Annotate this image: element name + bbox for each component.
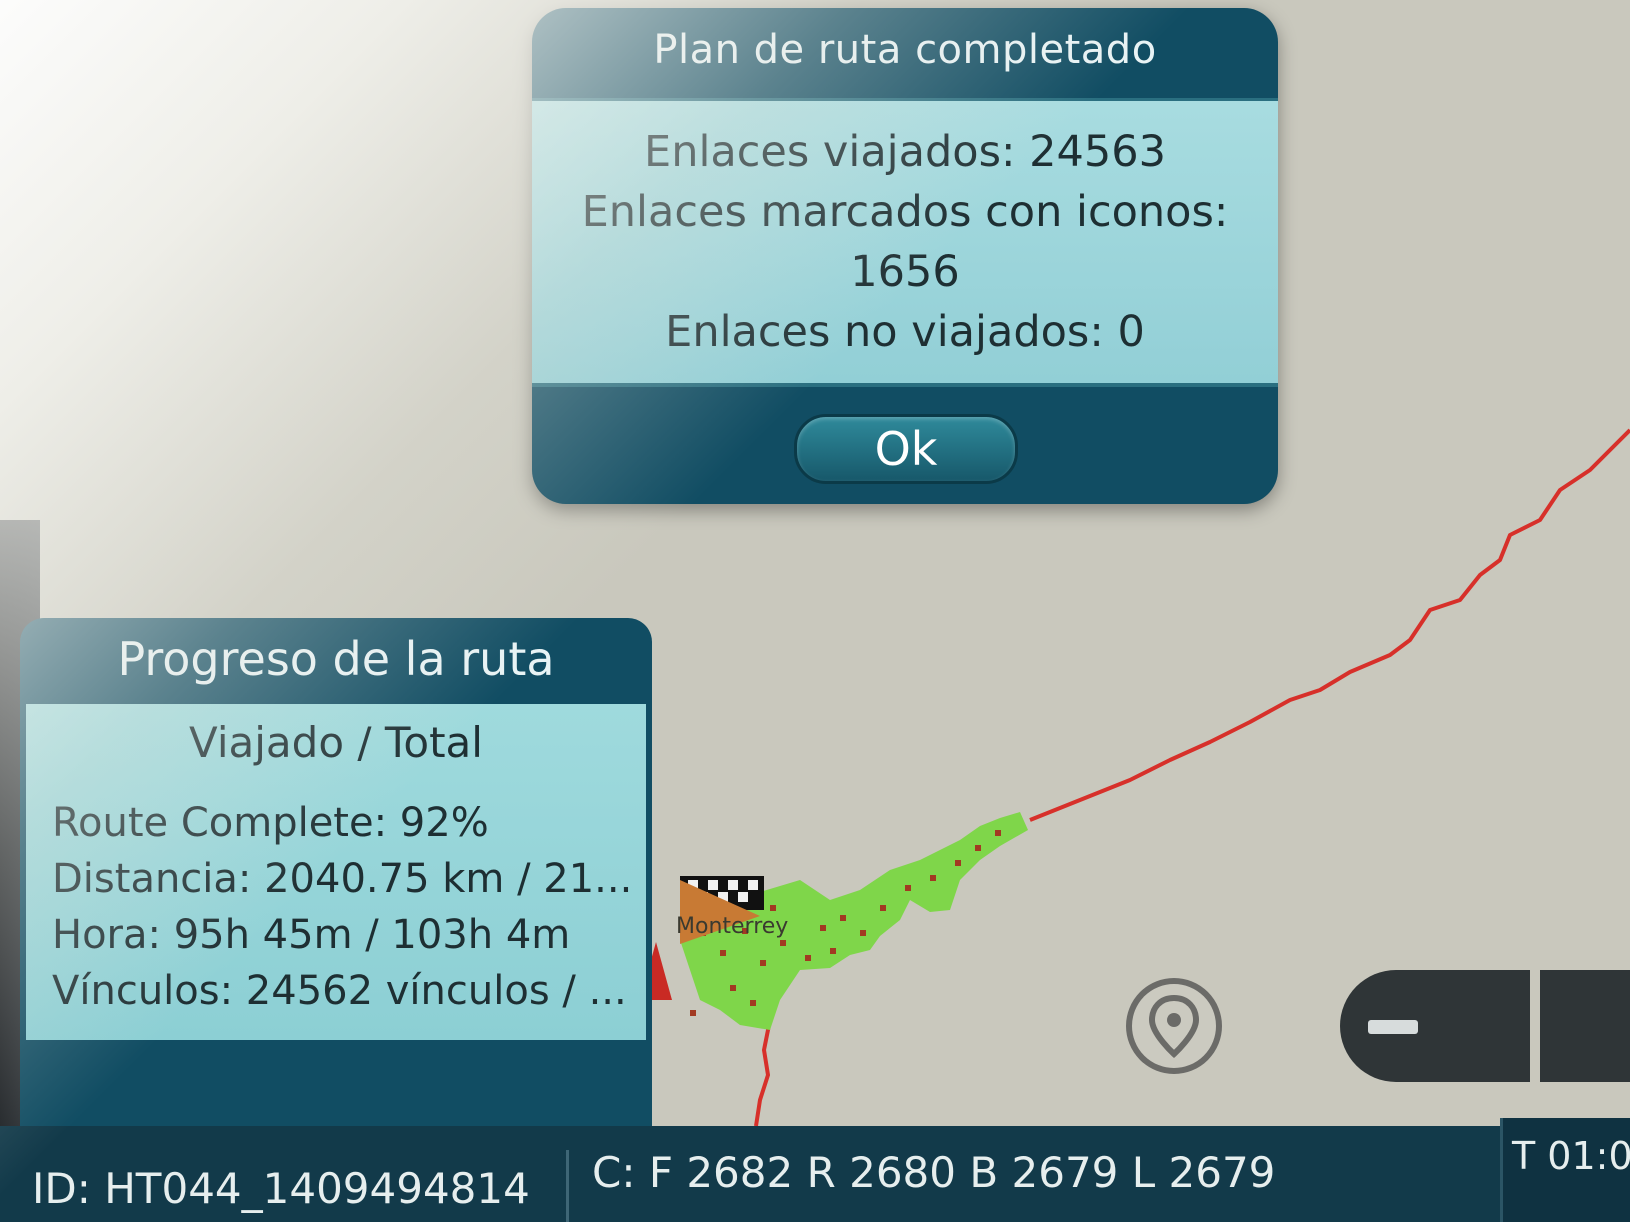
route-line-south: [754, 1019, 772, 1127]
route-complete-dialog: Plan de ruta completado Enlaces viajados…: [532, 8, 1278, 504]
location-pin-icon: [1148, 994, 1200, 1059]
dialog-body: Enlaces viajados: 24563 Enlaces marcados…: [532, 98, 1278, 387]
map-city-label: Monterrey: [676, 914, 789, 939]
links-marked-value: 1656: [850, 247, 960, 297]
zoom-out-button[interactable]: [1340, 970, 1530, 1082]
links-not-traveled-text: Enlaces no viajados: 0: [665, 307, 1145, 357]
ok-button[interactable]: Ok: [794, 414, 1018, 484]
location-button[interactable]: [1126, 978, 1222, 1074]
minus-icon: [1368, 1020, 1418, 1034]
links-row: Vínculos: 24562 vínculos / ...: [52, 968, 627, 1014]
status-divider: [566, 1150, 569, 1222]
route-progress-panel: Progreso de la ruta Viajado / Total Rout…: [20, 618, 652, 1146]
progress-subtitle: Viajado / Total: [189, 718, 483, 767]
route-complete-row: Route Complete: 92%: [52, 800, 489, 846]
links-marked-label: Enlaces marcados con iconos:: [581, 187, 1229, 237]
progress-title: Progreso de la ruta: [117, 632, 555, 686]
links-traveled-text: Enlaces viajados: 24563: [644, 127, 1166, 177]
dialog-title: Plan de ruta completado: [653, 27, 1157, 73]
status-time: T 01:0: [1512, 1134, 1630, 1178]
zoom-in-button[interactable]: [1540, 970, 1630, 1082]
distance-row: Distancia: 2040.75 km / 21...: [52, 856, 633, 902]
status-counts: C: F 2682 R 2680 B 2679 L 2679: [592, 1148, 1276, 1197]
progress-body: Viajado / Total Route Complete: 92% Dist…: [26, 704, 646, 1040]
time-row: Hora: 95h 45m / 103h 4m: [52, 912, 571, 958]
status-id: ID: HT044_1409494814: [32, 1164, 530, 1213]
